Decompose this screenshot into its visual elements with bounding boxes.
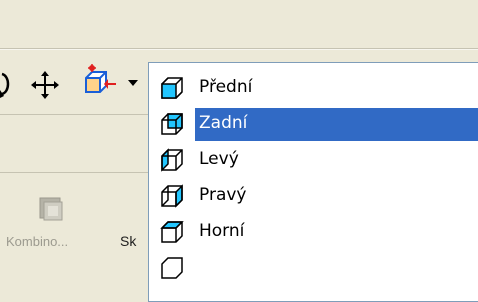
sketch-button[interactable]: Sk [120,233,136,249]
menu-item-label: Přední [199,77,253,97]
view-icon [159,255,185,281]
menu-item-label: Zadní [199,113,248,133]
rotate-icon[interactable] [0,70,12,100]
menu-item-label: Horní [199,221,245,241]
menu-item-top[interactable]: Horní [149,213,478,249]
pan-icon[interactable] [30,70,60,100]
front-view-icon [159,75,185,101]
view-cube-icon[interactable] [78,64,118,98]
combine-icon [36,196,66,228]
menu-item-right[interactable]: Pravý [149,177,478,213]
view-orientation-menu: Přední Zadní Levý Pravý Horní [148,62,478,302]
window-title-area [0,0,478,48]
right-view-icon [159,183,185,209]
combine-button[interactable]: Kombino... [6,234,68,249]
menu-item-left[interactable]: Levý [149,141,478,177]
menu-item-label: Levý [199,149,239,169]
dropdown-arrow-icon[interactable] [128,80,138,86]
menu-item-partial[interactable] [149,249,478,285]
top-view-icon [159,219,185,245]
menu-item-label: Pravý [199,185,247,205]
menu-item-front[interactable]: Přední [149,69,478,105]
left-view-icon [159,147,185,173]
menu-item-back[interactable]: Zadní [149,105,478,141]
back-view-icon [159,111,185,137]
